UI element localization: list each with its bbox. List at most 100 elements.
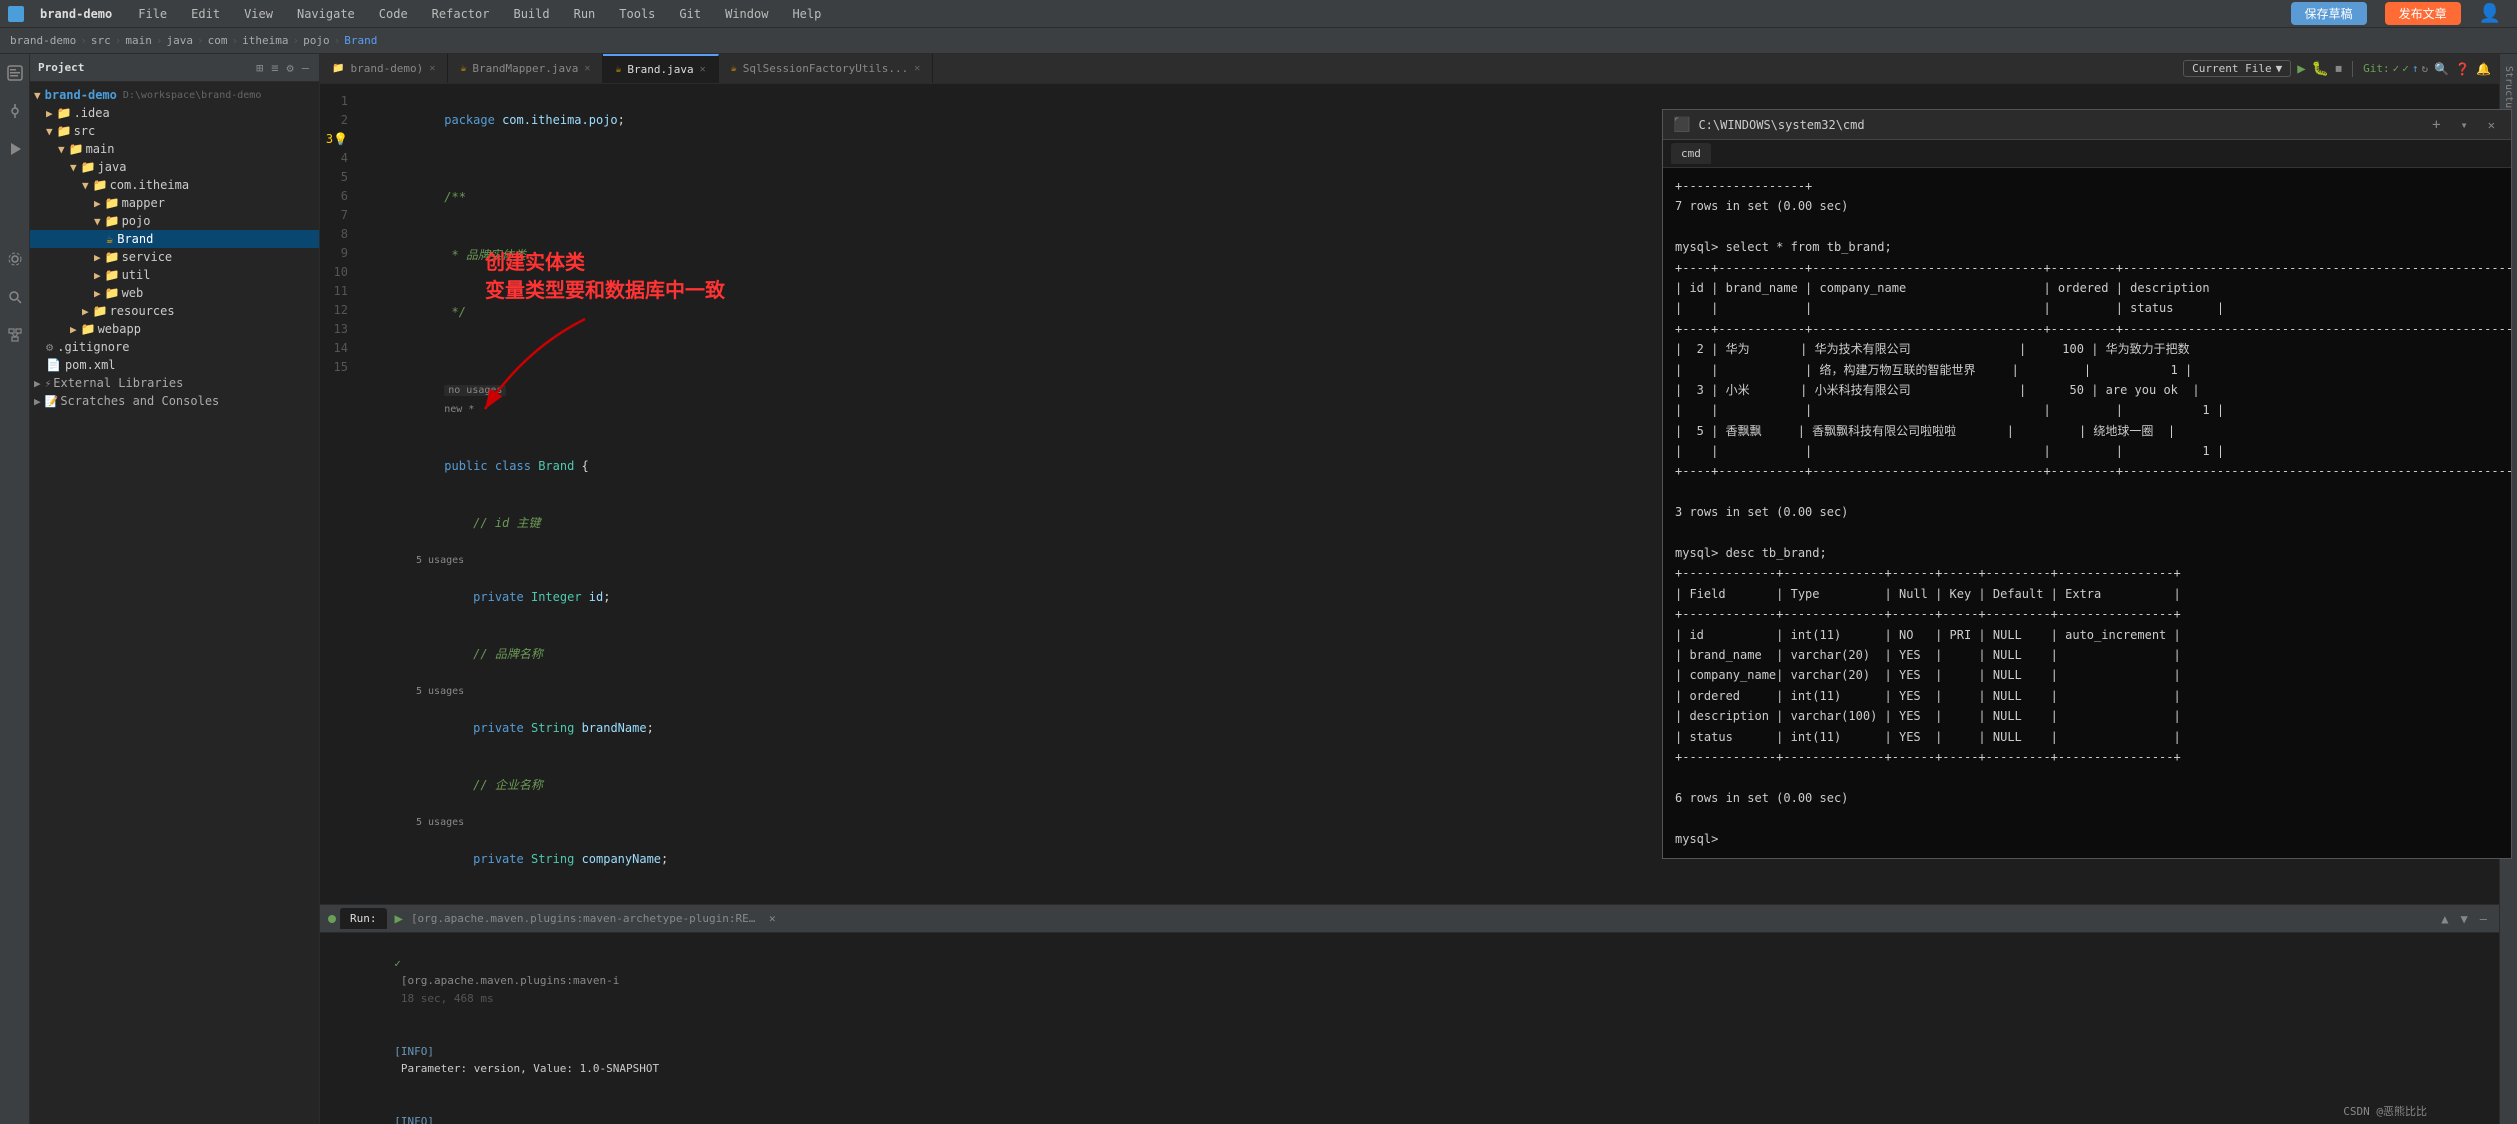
run-btn-down[interactable]: ▼ [2457,910,2472,928]
notifications-toolbar-icon[interactable]: 🔔 [2476,62,2491,76]
run-tab-label[interactable]: Run: [340,908,387,929]
run-btn-close[interactable]: — [2476,910,2491,928]
project-sidebar-icon[interactable] [4,62,26,84]
panel-collapse-icon[interactable]: ≡ [269,59,280,77]
search-sidebar-icon[interactable] [4,286,26,308]
breadcrumb-src[interactable]: src [91,34,111,47]
menu-tools[interactable]: Tools [613,5,661,23]
tab-sql-session[interactable]: ☕ SqlSessionFactoryUtils... ✕ [719,54,934,83]
breadcrumb-pojo[interactable]: pojo [303,34,330,47]
menu-run[interactable]: Run [568,5,602,23]
menu-help[interactable]: Help [786,5,827,23]
menu-navigate[interactable]: Navigate [291,5,361,23]
run-btn-up[interactable]: ▲ [2437,910,2452,928]
menu-build[interactable]: Build [507,5,555,23]
csdn-save-button[interactable]: 保存草稿 [2291,2,2367,25]
menu-git[interactable]: Git [673,5,707,23]
search-toolbar-icon[interactable]: 🔍 [2434,62,2449,76]
csdn-watermark: CSDN @恶熊比比 [2343,1103,2427,1119]
breadcrumb-itheima[interactable]: itheima [242,34,288,47]
tree-item-resources[interactable]: ▶ 📁 resources [30,302,319,320]
tab-close-sql-session[interactable]: ✕ [914,63,920,74]
line-numbers: 1 2 3💡 4 5 6 7 8 9 10 11 12 13 14 15 [320,84,360,904]
tree-item-brand[interactable]: ☕ Brand [30,230,319,248]
panel-gear-icon[interactable]: ⚙ [285,59,296,77]
tree-item-pom-xml[interactable]: 📄 pom.xml [30,356,319,374]
run-process-label: [org.apache.maven.plugins:maven-archetyp… [411,912,761,925]
tree-item-com-itheima[interactable]: ▼ 📁 com.itheima [30,176,319,194]
menu-edit[interactable]: Edit [185,5,226,23]
tree-item-mapper[interactable]: ▶ 📁 mapper [30,194,319,212]
cmd-new-tab-btn[interactable]: + [2426,117,2446,133]
tree-item-gitignore[interactable]: ⚙ .gitignore [30,338,319,356]
breadcrumb-com[interactable]: com [208,34,228,47]
tab-close-brand-java[interactable]: ✕ [700,64,706,75]
run-dot [328,915,336,923]
panel-title: Project [38,61,250,74]
tab-close-brand-mapper[interactable]: ✕ [584,63,590,74]
csdn-user-icon[interactable]: 👤 [2479,3,2501,24]
breadcrumb-brand[interactable]: Brand [344,34,377,47]
cmd-dropdown-btn[interactable]: ▾ [2455,118,2474,132]
help-toolbar-icon[interactable]: ❓ [2455,62,2470,76]
menu-window[interactable]: Window [719,5,774,23]
tree-item-webapp[interactable]: ▶ 📁 webapp [30,320,319,338]
log-line-3: [INFO] project created from Old (1.x) Ar… [328,1095,2491,1124]
breadcrumb-project[interactable]: brand-demo [10,34,76,47]
menu-view[interactable]: View [238,5,279,23]
toolbar-run-btn[interactable]: ▶ [2297,61,2305,77]
tree-item-main[interactable]: ▼ 📁 main [30,140,319,158]
tree-item-util[interactable]: ▶ 📁 util [30,266,319,284]
csdn-publish-button[interactable]: 发布文章 [2385,2,2461,25]
cmd-content[interactable]: +-----------------+ 7 rows in set (0.00 … [1663,168,2511,858]
breadcrumb-main[interactable]: main [125,34,152,47]
tree-item-external-libs[interactable]: ▶ ⚡ External Libraries [30,374,319,392]
tab-bar: 📁 brand-demo) ✕ ☕ BrandMapper.java ✕ ☕ B… [320,54,2499,84]
run-sidebar-icon[interactable] [4,138,26,160]
cmd-line-blank1 [1675,217,2499,237]
tab-brand-mapper[interactable]: ☕ BrandMapper.java ✕ [448,54,603,83]
commit-sidebar-icon[interactable] [4,100,26,122]
cmd-close-btn[interactable]: ✕ [2482,118,2501,132]
menu-file[interactable]: File [132,5,173,23]
breadcrumb-java[interactable]: java [166,34,193,47]
tree-item-src[interactable]: ▼ 📁 src [30,122,319,140]
tree-item-service[interactable]: ▶ 📁 service [30,248,319,266]
cmd-line-select: mysql> select * from tb_brand; [1675,237,2499,257]
cmd-line-prompt: mysql> [1675,829,2499,849]
menu-refactor[interactable]: Refactor [426,5,496,23]
tab-icon-sql-session: ☕ [731,63,737,74]
cmd-line-desc: mysql> desc tb_brand; [1675,543,2499,563]
tab-brand-java[interactable]: ☕ Brand.java ✕ [603,54,718,83]
project-panel: Project ⊞ ≡ ⚙ — ▼ brand-demo D:\workspac… [30,54,320,1124]
bottom-content[interactable]: ✓ [org.apache.maven.plugins:maven-i 18 s… [320,933,2499,1124]
breadcrumb: brand-demo › src › main › java › com › i… [0,28,2517,54]
cmd-line-row2: | 3 | 小米 | 小米科技有限公司 | 50 | are you ok | [1675,380,2499,400]
toolbar-stop-btn[interactable]: ⏹ [2335,61,2342,77]
tab-brand-demo[interactable]: 📁 brand-demo) ✕ [320,54,448,83]
cmd-tab-bar: cmd [1663,140,2511,168]
tab-close-brand-demo[interactable]: ✕ [429,63,435,74]
tree-item-pojo[interactable]: ▼ 📁 pojo [30,212,319,230]
cmd-line-field-header: | Field | Type | Null | Key | Default | … [1675,584,2499,604]
tree-item-java[interactable]: ▼ 📁 java [30,158,319,176]
cmd-tab-cmd[interactable]: cmd [1671,143,1711,164]
run-close-btn[interactable]: ✕ [769,912,776,925]
tab-icon-brand-demo: 📁 [332,63,344,74]
menu-code[interactable]: Code [373,5,414,23]
structure-sidebar-icon[interactable] [4,324,26,346]
tree-item-web[interactable]: ▶ 📁 web [30,284,319,302]
gear-sidebar-icon[interactable] [4,248,26,270]
tree-item-brand-demo[interactable]: ▼ brand-demo D:\workspace\brand-demo [30,86,319,104]
toolbar-run-config[interactable]: Current File ▼ [2183,60,2291,77]
tree-item-idea[interactable]: ▶ 📁 .idea [30,104,319,122]
cmd-line-field-brand: | brand_name | varchar(20) | YES | | NUL… [1675,645,2499,665]
toolbar-debug-btn[interactable]: 🐛 [2312,61,2329,77]
run-play-icon[interactable]: ▶ [395,911,403,927]
bottom-panels: Run: ▶ [org.apache.maven.plugins:maven-a… [320,904,2499,1124]
panel-close-icon[interactable]: — [300,59,311,77]
panel-expand-icon[interactable]: ⊞ [254,59,265,77]
cmd-window: ⬛ C:\WINDOWS\system32\cmd + ▾ ✕ cmd +---… [1662,109,2512,859]
tree-item-scratches[interactable]: ▶ 📝 Scratches and Consoles [30,392,319,410]
cmd-line-rows1: 7 rows in set (0.00 sec) [1675,196,2499,216]
